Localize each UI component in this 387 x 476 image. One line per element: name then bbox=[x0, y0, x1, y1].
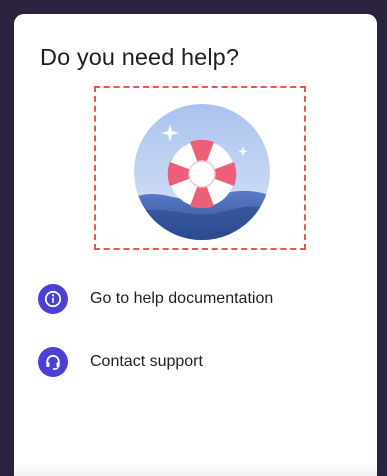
illustration-highlight-box bbox=[94, 86, 306, 250]
panel-title: Do you need help? bbox=[40, 44, 239, 70]
help-documentation-link[interactable]: Go to help documentation bbox=[38, 282, 358, 316]
help-options-list: Go to help documentation Contact support bbox=[38, 282, 358, 408]
panel-bottom-shade bbox=[14, 464, 377, 476]
help-documentation-label: Go to help documentation bbox=[90, 290, 274, 307]
info-icon bbox=[38, 284, 68, 314]
headset-icon bbox=[38, 347, 68, 377]
lifebuoy-icon bbox=[134, 104, 270, 240]
contact-support-link[interactable]: Contact support bbox=[38, 345, 358, 379]
contact-support-label: Contact support bbox=[90, 353, 203, 370]
help-panel: Do you need help? Go to help documentati… bbox=[14, 14, 377, 476]
window-frame-right bbox=[377, 0, 387, 476]
window-frame-left bbox=[0, 0, 14, 476]
